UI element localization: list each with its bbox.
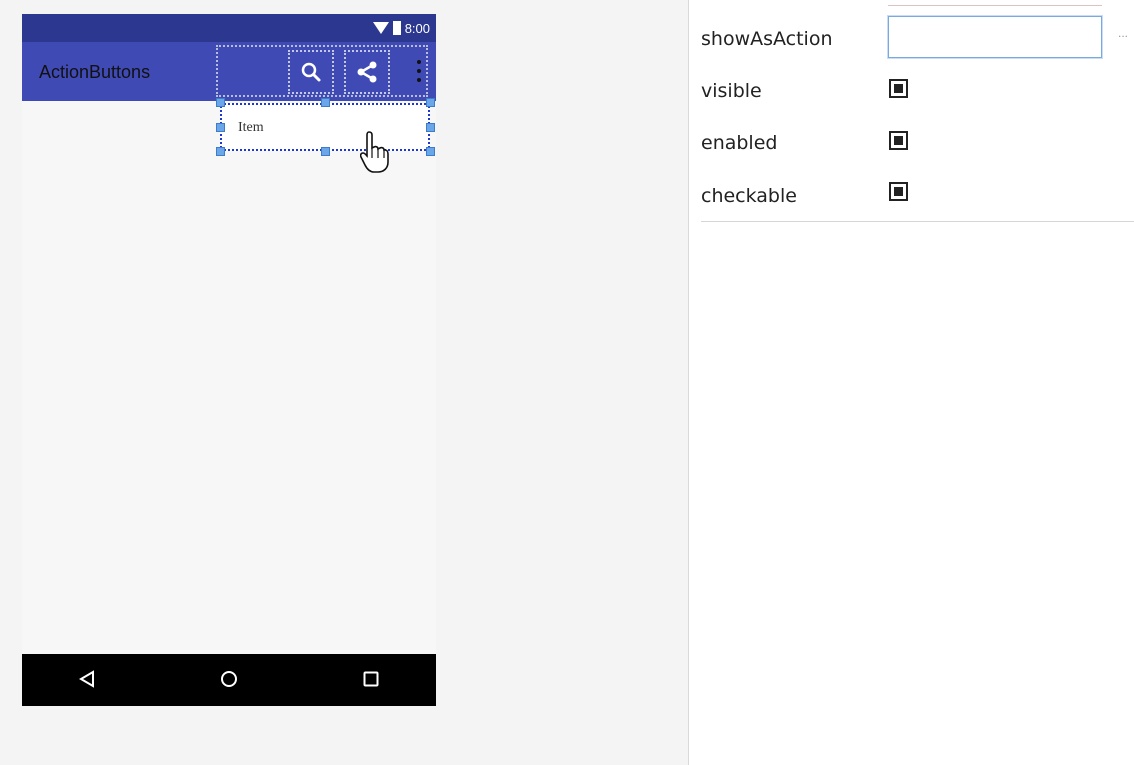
resize-handle[interactable] xyxy=(426,123,435,132)
properties-divider xyxy=(701,221,1134,222)
phone-preview: 8:00 ActionButtons Item xyxy=(22,14,436,706)
share-icon xyxy=(357,61,377,83)
status-icons: 8:00 xyxy=(372,19,430,37)
overflow-menu-icon[interactable] xyxy=(416,60,422,82)
show-as-action-field[interactable] xyxy=(888,16,1102,58)
resize-handle[interactable] xyxy=(426,147,435,156)
home-nav-icon[interactable] xyxy=(220,670,238,693)
resize-handle[interactable] xyxy=(321,98,330,107)
wifi-icon xyxy=(372,22,389,34)
resize-handle[interactable] xyxy=(216,147,225,156)
battery-icon xyxy=(392,21,401,35)
more-options-button[interactable]: ... xyxy=(1118,26,1128,40)
property-field-top-edge xyxy=(888,0,1102,6)
hand-cursor-icon xyxy=(359,130,390,181)
recents-nav-icon[interactable] xyxy=(363,671,379,692)
share-action-button[interactable] xyxy=(344,50,390,94)
enabled-checkbox[interactable] xyxy=(889,131,908,150)
menu-item-selected[interactable]: Item xyxy=(220,103,430,151)
resize-handle[interactable] xyxy=(216,123,225,132)
visible-checkbox[interactable] xyxy=(889,79,908,98)
property-label-enabled: enabled xyxy=(701,132,778,154)
property-label-visible: visible xyxy=(701,80,762,102)
resize-handle[interactable] xyxy=(216,98,225,107)
property-label-show-as-action: showAsAction xyxy=(701,28,833,50)
resize-handle[interactable] xyxy=(321,147,330,156)
app-title: ActionButtons xyxy=(39,62,151,82)
design-canvas: 8:00 ActionButtons Item xyxy=(0,0,688,765)
status-bar: 8:00 xyxy=(22,14,436,42)
menu-item-label: Item xyxy=(238,120,264,135)
panel-divider xyxy=(688,0,689,765)
search-action-button[interactable] xyxy=(288,50,334,94)
property-label-checkable: checkable xyxy=(701,185,797,207)
search-icon xyxy=(301,62,321,82)
status-time: 8:00 xyxy=(404,20,430,36)
back-nav-icon[interactable] xyxy=(78,670,96,693)
checkable-checkbox[interactable] xyxy=(889,182,908,201)
app-toolbar: ActionButtons xyxy=(22,42,436,101)
resize-handle[interactable] xyxy=(426,98,435,107)
navigation-bar xyxy=(22,654,436,706)
